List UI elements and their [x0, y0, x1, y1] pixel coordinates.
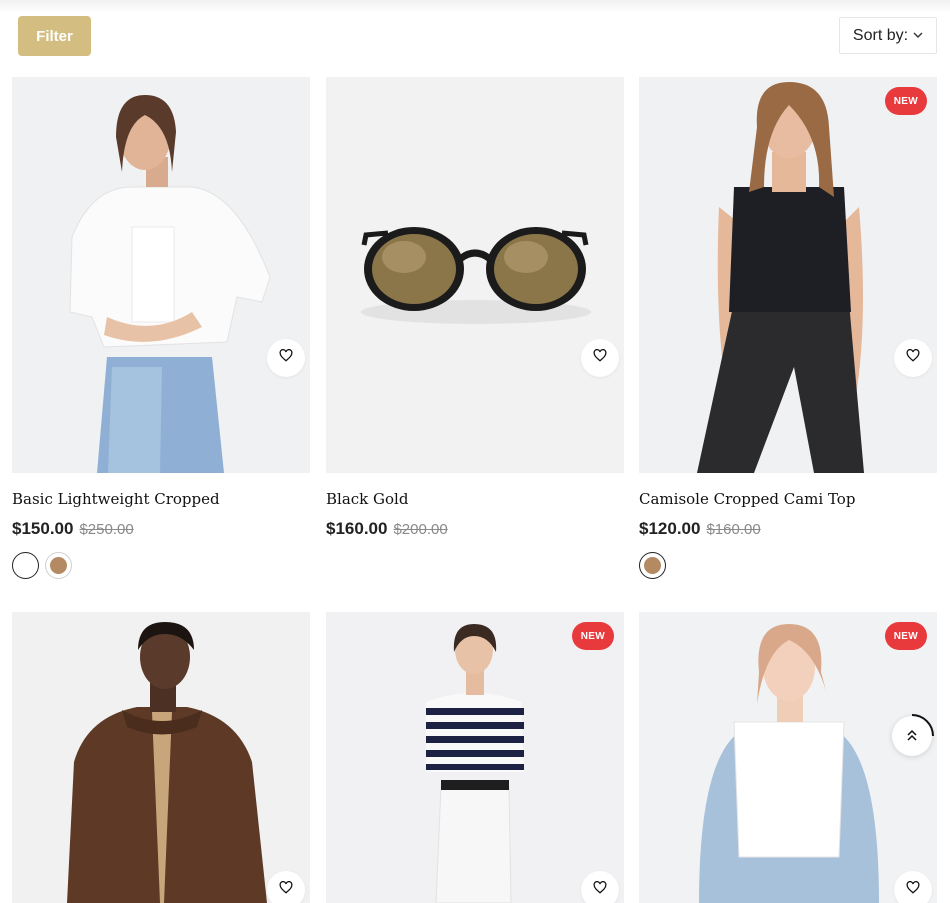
sort-dropdown[interactable]: Sort by: [839, 17, 937, 54]
new-badge: NEW [571, 622, 614, 650]
sort-label: Sort by: [852, 26, 909, 44]
original-price: $200.00 [393, 521, 448, 538]
color-swatches [12, 552, 310, 579]
price-group: $120.00 $160.00 [639, 519, 937, 539]
product-title[interactable]: Camisole Cropped Cami Top [639, 490, 937, 508]
scroll-progress-ring [911, 714, 934, 737]
price-group: $160.00 $200.00 [326, 519, 624, 539]
original-price: $160.00 [706, 521, 761, 538]
wishlist-button[interactable] [581, 339, 619, 377]
product-title[interactable]: Basic Lightweight Cropped [12, 490, 310, 508]
product-card[interactable]: NEW Camisole Cropped Cami Top $120.00 $1… [639, 77, 937, 579]
heart-icon [593, 348, 607, 367]
product-photo-woman-striped-top [326, 612, 624, 903]
wishlist-button[interactable] [267, 339, 305, 377]
price-group: $150.00 $250.00 [12, 519, 310, 539]
product-card[interactable]: NEW [326, 612, 624, 903]
product-card[interactable] [12, 612, 310, 903]
wishlist-button[interactable] [894, 871, 932, 903]
product-photo-woman-black-cami [639, 77, 937, 473]
filter-button[interactable]: Filter [18, 16, 91, 56]
wishlist-button[interactable] [267, 871, 305, 903]
product-photo-woman-leather-jacket [12, 612, 310, 903]
product-image[interactable]: NEW [326, 612, 624, 903]
product-photo-sunglasses [326, 77, 624, 473]
product-card[interactable]: Black Gold $160.00 $200.00 [326, 77, 624, 539]
wishlist-button[interactable] [581, 871, 619, 903]
heart-icon [906, 348, 920, 367]
original-price: $250.00 [79, 521, 134, 538]
product-title[interactable]: Black Gold [326, 490, 624, 508]
product-image[interactable]: NEW [639, 77, 937, 473]
product-image[interactable] [12, 77, 310, 473]
heart-icon [279, 348, 293, 367]
wishlist-button[interactable] [894, 339, 932, 377]
color-swatches [639, 552, 937, 579]
product-image[interactable] [326, 77, 624, 473]
shop-toolbar: Filter Sort by: [0, 0, 950, 70]
heart-icon [279, 880, 293, 899]
product-image[interactable] [12, 612, 310, 903]
sale-price: $150.00 [12, 519, 74, 538]
product-photo-woman-white-shirt [12, 77, 310, 473]
sale-price: $120.00 [639, 519, 701, 538]
color-swatch-white[interactable] [12, 552, 39, 579]
scroll-to-top-button[interactable] [892, 714, 934, 756]
color-swatch-tan[interactable] [45, 552, 72, 579]
sale-price: $160.00 [326, 519, 388, 538]
product-card[interactable]: Basic Lightweight Cropped $150.00 $250.0… [12, 77, 310, 579]
new-badge: NEW [884, 622, 927, 650]
chevron-down-icon [913, 31, 923, 42]
new-badge: NEW [884, 87, 927, 115]
color-swatch-tan[interactable] [639, 552, 666, 579]
heart-icon [593, 880, 607, 899]
heart-icon [906, 880, 920, 899]
